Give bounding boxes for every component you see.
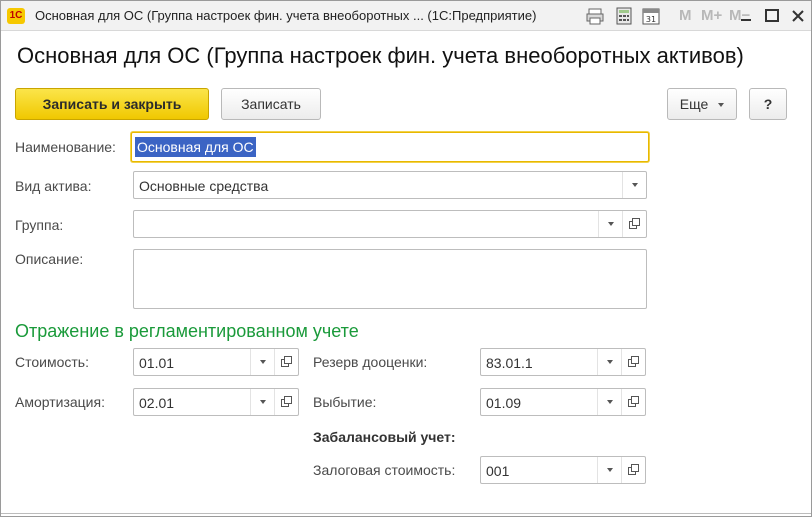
group-field[interactable]	[133, 210, 647, 238]
pledge-value-label: Залоговая стоимость:	[313, 462, 456, 478]
help-button[interactable]: ?	[749, 88, 787, 120]
description-label: Описание:	[15, 251, 84, 267]
bottom-divider	[1, 513, 811, 514]
memory-plus-button[interactable]: M+	[701, 7, 722, 25]
open-icon[interactable]	[274, 389, 298, 415]
disposal-field[interactable]: 01.09	[480, 388, 646, 416]
amortization-value: 02.01	[139, 395, 175, 411]
memory-button[interactable]: M	[679, 7, 692, 25]
offbalance-title: Забалансовый учет:	[313, 429, 456, 445]
chevron-down-icon[interactable]	[250, 349, 274, 375]
amortization-field[interactable]: 02.01	[133, 388, 299, 416]
open-icon[interactable]	[621, 349, 645, 375]
open-icon[interactable]	[621, 457, 645, 483]
form-title: Основная для ОС (Группа настроек фин. уч…	[17, 43, 744, 68]
save-and-close-button[interactable]: Записать и закрыть	[15, 88, 209, 120]
disposal-label: Выбытие:	[313, 394, 377, 410]
asset-kind-label: Вид актива:	[15, 178, 92, 194]
chevron-down-icon[interactable]	[597, 457, 621, 483]
group-label: Группа:	[15, 217, 64, 233]
more-button-label: Еще	[679, 96, 709, 112]
open-icon[interactable]	[622, 211, 646, 237]
cost-value: 01.01	[139, 355, 175, 371]
name-label: Наименование:	[15, 139, 116, 155]
revaluation-reserve-label: Резерв дооценки:	[313, 354, 428, 370]
chevron-down-icon[interactable]	[597, 389, 621, 415]
calculator-icon[interactable]	[615, 7, 633, 25]
name-field[interactable]: Основная для ОС	[131, 132, 649, 162]
asset-kind-value: Основные средства	[139, 178, 269, 194]
amortization-label: Амортизация:	[15, 394, 105, 410]
chevron-down-icon[interactable]	[622, 172, 646, 198]
open-icon[interactable]	[621, 389, 645, 415]
revaluation-reserve-value: 83.01.1	[486, 355, 533, 371]
print-icon[interactable]	[585, 7, 605, 25]
maximize-icon[interactable]	[763, 7, 781, 25]
revaluation-reserve-field[interactable]: 83.01.1	[480, 348, 646, 376]
open-icon[interactable]	[274, 349, 298, 375]
svg-text:31: 31	[646, 15, 656, 24]
chevron-down-icon	[718, 103, 725, 108]
description-textarea[interactable]	[133, 249, 647, 309]
asset-kind-select[interactable]: Основные средства	[133, 171, 647, 199]
name-value: Основная для ОС	[135, 137, 256, 157]
calendar-icon[interactable]: 31	[642, 7, 660, 25]
app-window: 1С Основная для ОС (Группа настроек фин.…	[0, 0, 812, 517]
chevron-down-icon[interactable]	[597, 349, 621, 375]
chevron-down-icon[interactable]	[598, 211, 622, 237]
chevron-down-icon[interactable]	[250, 389, 274, 415]
window-title: Основная для ОС (Группа настроек фин. уч…	[35, 8, 537, 23]
cost-field[interactable]: 01.01	[133, 348, 299, 376]
app-logo-icon: 1С	[7, 8, 25, 24]
more-button[interactable]: Еще	[667, 88, 737, 120]
title-bar: 1С Основная для ОС (Группа настроек фин.…	[1, 1, 811, 31]
disposal-value: 01.09	[486, 395, 522, 411]
cost-label: Стоимость:	[15, 354, 89, 370]
save-button[interactable]: Записать	[221, 88, 321, 120]
minimize-icon[interactable]	[737, 7, 755, 25]
pledge-value-value: 001	[486, 463, 510, 479]
pledge-value-field[interactable]: 001	[480, 456, 646, 484]
section-title: Отражение в регламентированном учете	[15, 321, 359, 341]
close-icon[interactable]	[789, 7, 807, 25]
